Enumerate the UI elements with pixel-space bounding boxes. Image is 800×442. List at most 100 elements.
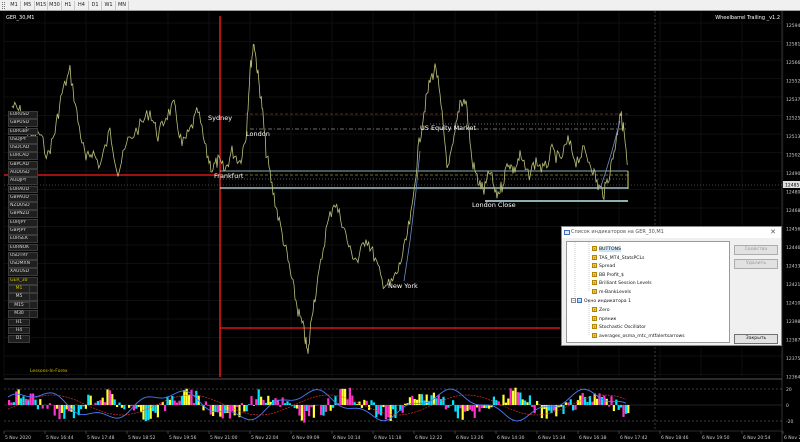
tree-item-label: TAS_MT4_StatsPCLs (599, 255, 645, 261)
price-line (11, 44, 628, 354)
timeframe-button-h4[interactable]: H4 (8, 326, 30, 335)
indicator-icon: ƒ (592, 254, 597, 260)
timeframe-button-m15[interactable]: M15 (8, 301, 30, 310)
tree-item-label: m-BankLevels (599, 290, 632, 295)
timeframe-button-m5[interactable]: M5 (8, 293, 30, 301)
dialog-close-button[interactable]: ✕ (768, 227, 778, 238)
price-axis-label: 12468 (786, 208, 800, 214)
symbol-button-usdcad[interactable]: USDCAD (8, 144, 38, 153)
toolbar-timeframe-m30[interactable]: M30 (49, 1, 62, 10)
price-axis-label: 12537 (786, 97, 800, 103)
symbol-button-euraud[interactable]: EURAUD (8, 185, 38, 194)
tree-item-label: Окно индикатора 1 (584, 299, 632, 304)
indicator-tree[interactable]: ƒ BUTTONS ƒ TAS_MT4_StatsPCLs ƒ Spread ƒ BB Pro… (566, 241, 730, 343)
timeframe-button-d1[interactable]: D1 (8, 335, 30, 343)
symbol-button-usdmxn[interactable]: USDMXN (8, 260, 38, 268)
expert-advisor-label: Wheelbarrel Trailing _v1.2 (715, 15, 780, 21)
price-axis-label: 12581 (786, 42, 800, 48)
tree-item-label: BB Profit_$ (599, 272, 624, 278)
indicator-icon: ƒ (592, 315, 597, 321)
tree-item-indicator[interactable]: ƒ m-BankLevels (592, 289, 631, 298)
symbol-button-gbpcad[interactable]: GBPCAD (8, 160, 38, 169)
indicator-icon: ƒ (592, 332, 597, 338)
symbol-button-usdjpy[interactable]: USDJPY (8, 135, 38, 144)
time-axis-label: 6 Nov 11:18 (374, 435, 402, 441)
collapse-icon[interactable]: − (571, 298, 576, 303)
time-axis-label: 6 Nov 16:38 (579, 435, 607, 441)
symbol-button-gbpnzd[interactable]: GBPNZD (8, 210, 38, 219)
symbol-button-eurnok[interactable]: EURNOK (8, 243, 38, 252)
tree-item-label: пряник (599, 316, 617, 322)
close-button[interactable]: Закрыть (734, 334, 778, 344)
time-axis-label: 5 Nov 19:56 (169, 435, 197, 441)
indicator-icon: ƒ (592, 280, 597, 286)
tree-item-label: averages_osma_mtc_mtfalertsarrows (599, 333, 685, 339)
tree-item-label: Brilliant Session Levels (599, 281, 652, 287)
price-axis-label: 12433 (786, 264, 800, 270)
tree-item-indicator-window[interactable]: − ▭ Окно индикатора 1 (571, 298, 631, 307)
toolbar-timeframe-mn[interactable]: MN (116, 1, 129, 10)
timeframe-button-m1[interactable]: M1 (8, 285, 30, 293)
tree-item-sub-indicator[interactable]: ƒ averages_osma_mtc_mtfalertsarrows (592, 332, 685, 342)
symbol-button-xauusd[interactable]: XAUUSD (8, 268, 38, 277)
toolbar-timeframe-w1[interactable]: W1 (103, 1, 116, 10)
properties-button[interactable]: Свойства (734, 245, 778, 255)
toolbar-timeframe-d1[interactable]: D1 (89, 1, 102, 10)
toolbar-timeframe-m5[interactable]: M5 (22, 1, 35, 10)
session-label: US Equity Market (420, 124, 476, 132)
symbol-button-eurjpy[interactable]: EURJPY (8, 218, 38, 227)
symbol-button-ger-30[interactable]: GER_30 (8, 276, 38, 285)
time-axis-label: 5 Nov 21:00 (210, 435, 238, 441)
symbol-button-eurgbp[interactable]: EURGBP (8, 127, 38, 136)
price-axis-label: 12502 (786, 153, 800, 159)
tree-item-sub-indicator[interactable]: ƒ Stochastic Oscillator (592, 324, 646, 333)
tree-item-indicator[interactable]: ƒ BUTTONS (592, 246, 622, 255)
toolbar-timeframe-m1[interactable]: M1 (8, 1, 21, 10)
tree-item-sub-indicator[interactable]: ƒ пряник (592, 315, 617, 325)
symbol-button-audjpy[interactable]: AUDJPY (8, 177, 38, 186)
timeframe-toolbar: M1 M5 M15 M30 H1 H4 D1 W1 MN (0, 0, 800, 11)
symbol-button-gbpaud[interactable]: GBPAUD (8, 193, 38, 202)
tree-item-indicator[interactable]: ƒ BB Profit_$ (592, 271, 624, 281)
tree-item-indicator[interactable]: ƒ TAS_MT4_StatsPCLs (592, 254, 645, 264)
price-path (11, 44, 628, 354)
time-axis-label: 6 Nov 21:59 (784, 435, 800, 441)
oscillator-axis-label: -20 (786, 419, 793, 425)
time-axis-label: 6 Nov 17:42 (620, 435, 648, 441)
time-axis-label: 6 Nov 19:50 (702, 435, 730, 441)
session-label: London Close (472, 201, 516, 209)
toolbar-grip[interactable] (2, 2, 5, 9)
symbol-button-nzdusd[interactable]: NZDUSD (8, 202, 38, 210)
tree-item-indicator[interactable]: ƒ Spread (592, 263, 615, 272)
chart-window-icon (564, 230, 570, 235)
price-axis-label: 12446 (786, 245, 800, 251)
price-axis-label: 12552 (786, 79, 800, 85)
symbol-button-audusd[interactable]: AUDUSD (8, 168, 38, 177)
price-axis-label: 12375 (786, 356, 800, 362)
oscillator-axis-label: 0 (786, 403, 789, 409)
tree-item-sub-indicator[interactable]: ƒ Zero (592, 307, 610, 316)
tree-item-indicator[interactable]: ƒ Brilliant Session Levels (592, 280, 652, 289)
symbol-button-eurusd[interactable]: EURUSD (8, 111, 38, 119)
toolbar-timeframe-h1[interactable]: H1 (62, 1, 75, 10)
timeframe-button-m30[interactable]: M30 (8, 310, 30, 318)
timeframe-button-panel: M1 M5 M15 M30 H1 H4 D1 (8, 285, 30, 344)
session-label: New York (388, 282, 418, 290)
toolbar-timeframe-m15[interactable]: M15 (35, 1, 48, 10)
time-axis-label: 6 Nov 09:09 (292, 435, 320, 441)
time-axis-label: 5 Nov 18:52 (128, 435, 156, 441)
symbol-button-eursek[interactable]: EURSEK (8, 235, 38, 244)
symbol-button-eurcad[interactable]: EURCAD (8, 152, 38, 161)
toolbar-timeframe-h4[interactable]: H4 (76, 1, 89, 10)
symbol-button-gbpusd[interactable]: GBPUSD (8, 119, 38, 128)
price-axis-label: 12566 (786, 60, 800, 66)
symbol-button-gbpjpy[interactable]: GBPJPY (8, 226, 38, 235)
delete-button[interactable]: Удалить (734, 259, 778, 269)
time-axis-label: 6 Nov 20:54 (743, 435, 771, 441)
symbol-button-usdtry[interactable]: USDTRY (8, 251, 38, 260)
watermark-label: Lessons-In-Forex (30, 368, 68, 374)
timeframe-button-h1[interactable]: H1 (8, 318, 30, 327)
tree-item-label: Stochastic Oscillator (599, 325, 646, 331)
chart-symbol-label: GER_30,M1 (6, 15, 34, 21)
session-label: Frankfurt (214, 172, 244, 180)
